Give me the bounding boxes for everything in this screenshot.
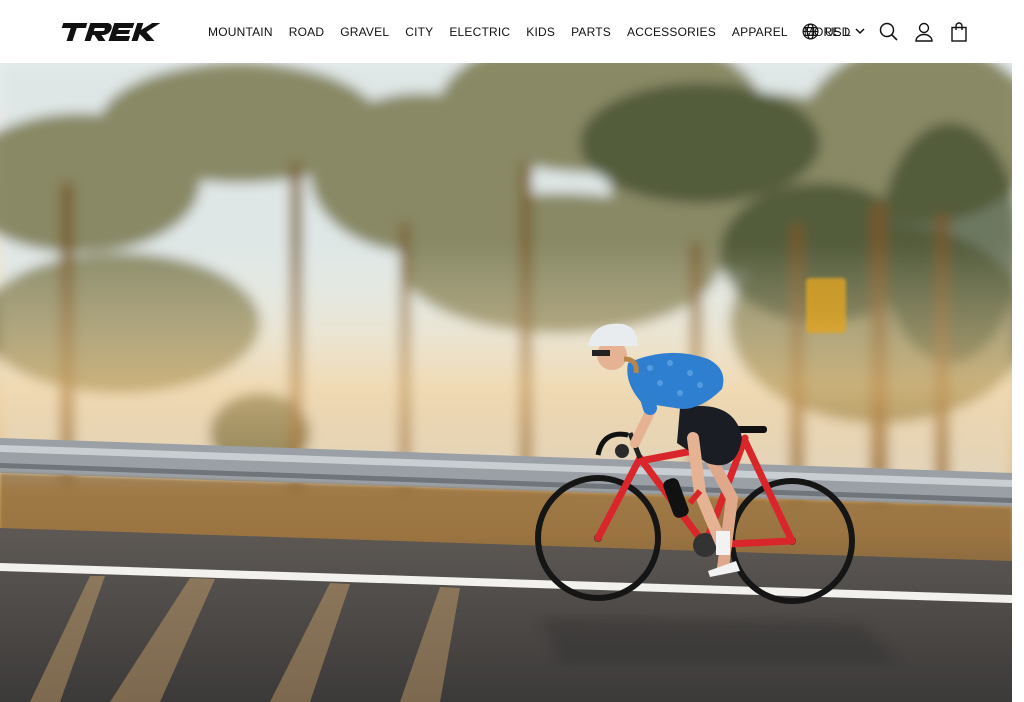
nav-item-road[interactable]: ROAD bbox=[289, 25, 324, 39]
page-scrollbar[interactable] bbox=[1012, 63, 1024, 702]
nav-item-parts[interactable]: PARTS bbox=[571, 25, 611, 39]
nav-item-apparel[interactable]: APPAREL bbox=[732, 25, 788, 39]
nav-item-gravel[interactable]: GRAVEL bbox=[340, 25, 389, 39]
account-icon[interactable] bbox=[913, 21, 935, 43]
currency-selector[interactable]: USD bbox=[802, 0, 865, 63]
currency-label: USD bbox=[825, 24, 851, 39]
trek-logo-mark bbox=[61, 23, 161, 41]
nav-item-accessories[interactable]: ACCESSORIES bbox=[627, 25, 716, 39]
globe-icon bbox=[802, 23, 819, 40]
nav-item-electric[interactable]: ELECTRIC bbox=[449, 25, 510, 39]
main-nav: MOUNTAIN ROAD GRAVEL CITY ELECTRIC KIDS … bbox=[200, 0, 859, 63]
chevron-down-icon bbox=[855, 28, 865, 35]
hero-image bbox=[0, 63, 1012, 702]
nav-item-city[interactable]: CITY bbox=[405, 25, 433, 39]
trek-logo[interactable] bbox=[57, 21, 170, 43]
hero-banner[interactable] bbox=[0, 63, 1012, 702]
nav-item-mountain[interactable]: MOUNTAIN bbox=[208, 25, 273, 39]
cart-icon[interactable] bbox=[948, 21, 970, 43]
nav-item-kids[interactable]: KIDS bbox=[526, 25, 555, 39]
search-icon[interactable] bbox=[878, 21, 900, 43]
site-header: MOUNTAIN ROAD GRAVEL CITY ELECTRIC KIDS … bbox=[0, 0, 1024, 63]
